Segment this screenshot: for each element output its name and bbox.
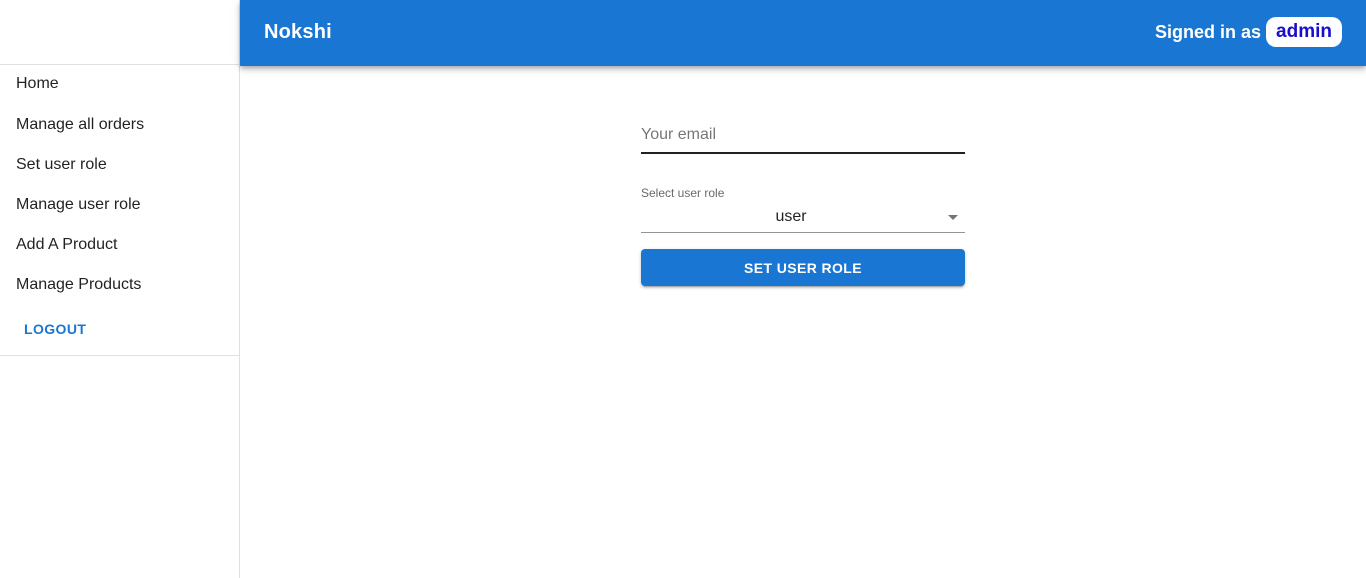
sidebar-item-home[interactable]: Home bbox=[0, 65, 239, 105]
email-field-wrapper bbox=[641, 120, 965, 154]
sidebar-nav: Home Manage all orders Set user role Man… bbox=[0, 65, 239, 356]
email-input[interactable] bbox=[641, 120, 965, 150]
username-badge: admin bbox=[1266, 17, 1342, 47]
set-role-form: Select user role user SET USER ROLE bbox=[641, 120, 965, 286]
sidebar-item-set-user-role[interactable]: Set user role bbox=[0, 145, 239, 185]
sidebar-header-spacer bbox=[0, 0, 239, 65]
main-content: Select user role user SET USER ROLE bbox=[240, 66, 1366, 578]
signed-in-status: Signed in as admin bbox=[1155, 17, 1342, 47]
sidebar: Home Manage all orders Set user role Man… bbox=[0, 0, 240, 578]
logout-item: LOGOUT bbox=[0, 305, 239, 347]
dropdown-arrow-icon bbox=[948, 215, 958, 220]
signed-in-label: Signed in as bbox=[1155, 21, 1262, 42]
sidebar-item-manage-all-orders[interactable]: Manage all orders bbox=[0, 105, 239, 145]
role-select-wrapper: Select user role user bbox=[641, 186, 965, 233]
role-select[interactable]: user bbox=[641, 200, 965, 233]
app-bar: Nokshi Signed in as admin bbox=[240, 0, 1366, 66]
brand-title: Nokshi bbox=[264, 21, 332, 43]
role-select-label: Select user role bbox=[641, 186, 725, 200]
sidebar-item-manage-user-role[interactable]: Manage user role bbox=[0, 185, 239, 225]
set-user-role-button[interactable]: SET USER ROLE bbox=[641, 249, 965, 286]
sidebar-item-manage-products[interactable]: Manage Products bbox=[0, 265, 239, 305]
role-select-value: user bbox=[775, 208, 807, 225]
sidebar-item-add-a-product[interactable]: Add A Product bbox=[0, 225, 239, 265]
logout-button[interactable]: LOGOUT bbox=[8, 311, 102, 347]
